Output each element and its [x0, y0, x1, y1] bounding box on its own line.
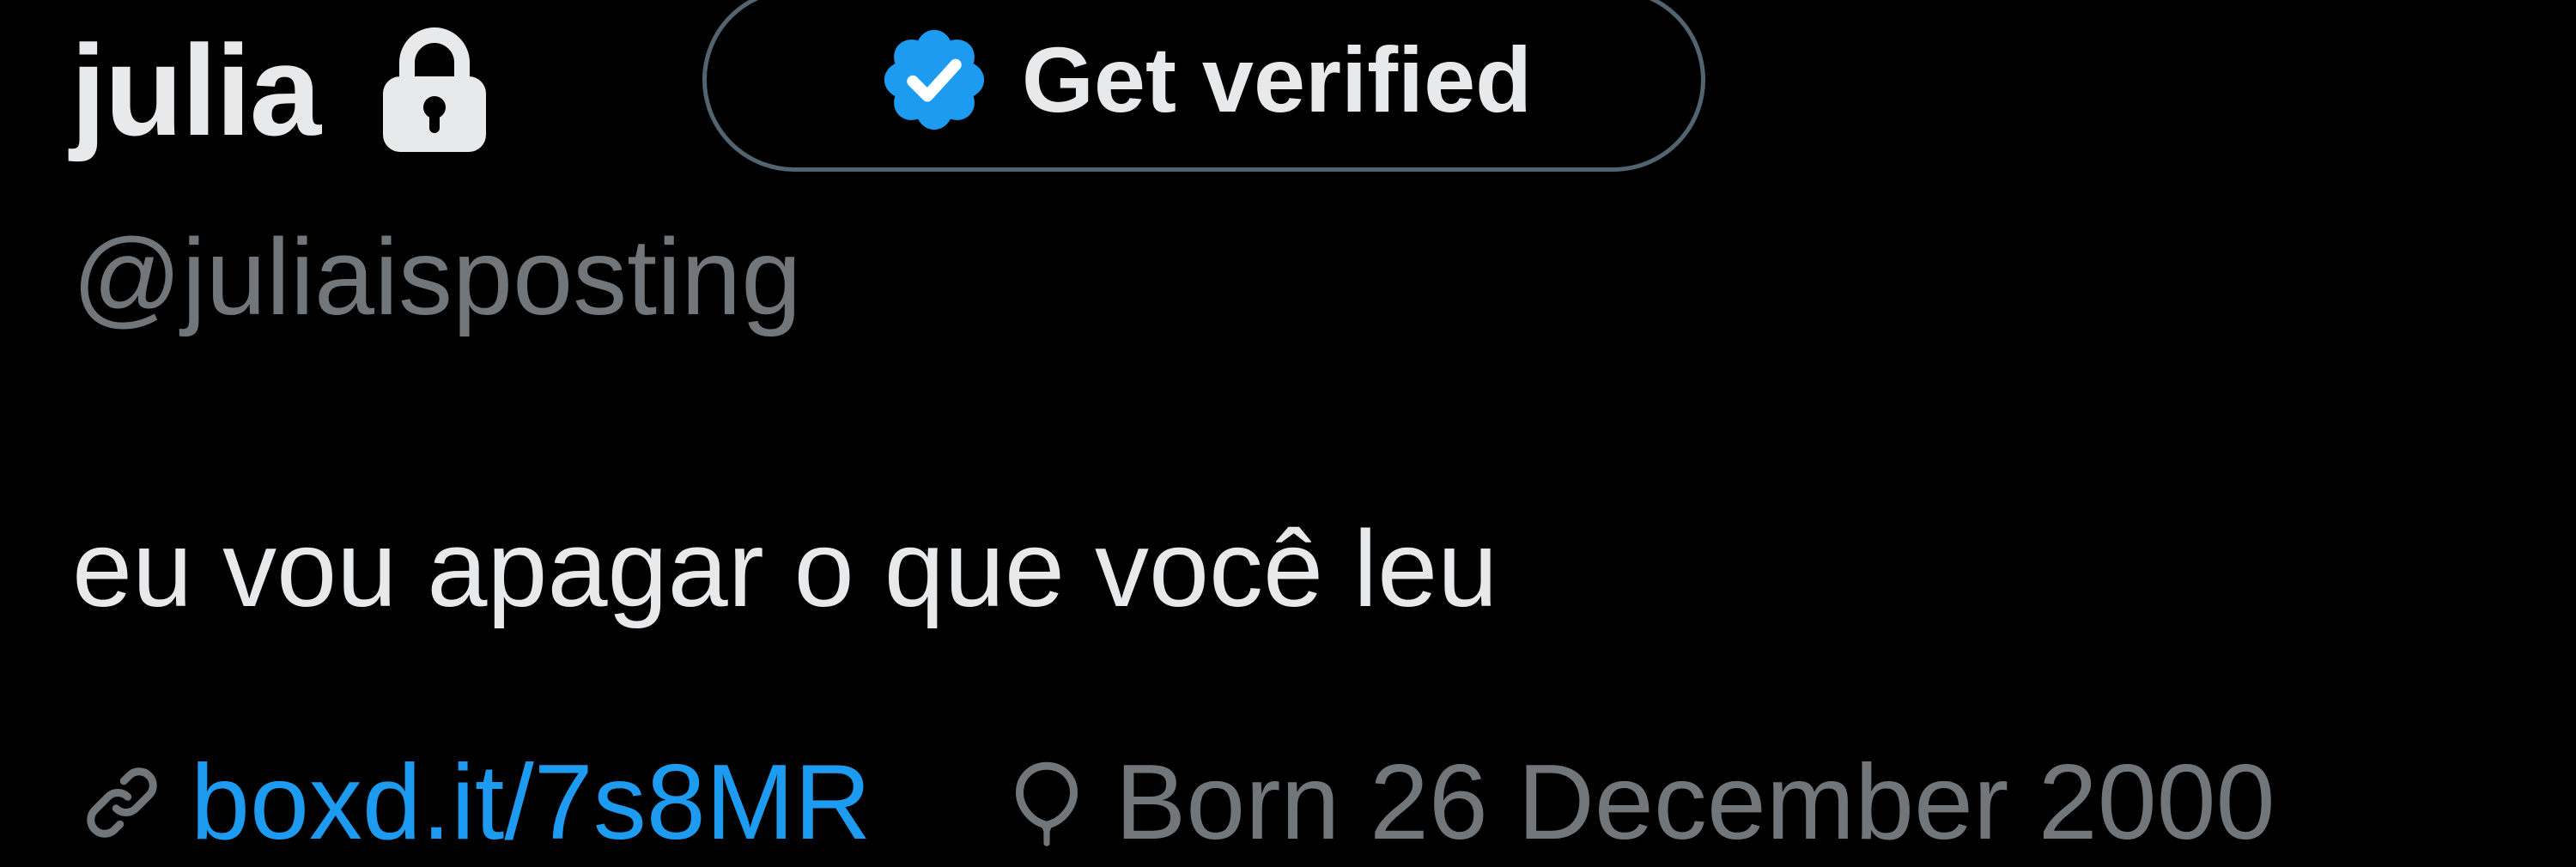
lock-icon — [376, 21, 493, 159]
profile-birthday-text: Born 26 December 2000 — [1115, 743, 2275, 862]
profile-handle: @juliaisposting — [72, 216, 802, 337]
profile-link-text[interactable]: boxd.it/7s8MR — [191, 749, 872, 856]
profile-link[interactable]: boxd.it/7s8MR — [76, 749, 872, 856]
profile-meta-row: boxd.it/7s8MR Born 26 December 2000 — [76, 738, 2275, 867]
link-icon — [76, 756, 168, 849]
profile-name-row: julia — [70, 0, 493, 180]
get-verified-label: Get verified — [1021, 27, 1533, 131]
profile-bio: eu vou apagar o que você leu — [72, 508, 1498, 629]
display-name: julia — [70, 18, 321, 162]
verified-badge-icon — [876, 21, 993, 138]
balloon-icon — [1000, 756, 1093, 849]
profile-birthday: Born 26 December 2000 — [1000, 749, 2275, 856]
get-verified-button[interactable]: Get verified — [702, 0, 1705, 172]
